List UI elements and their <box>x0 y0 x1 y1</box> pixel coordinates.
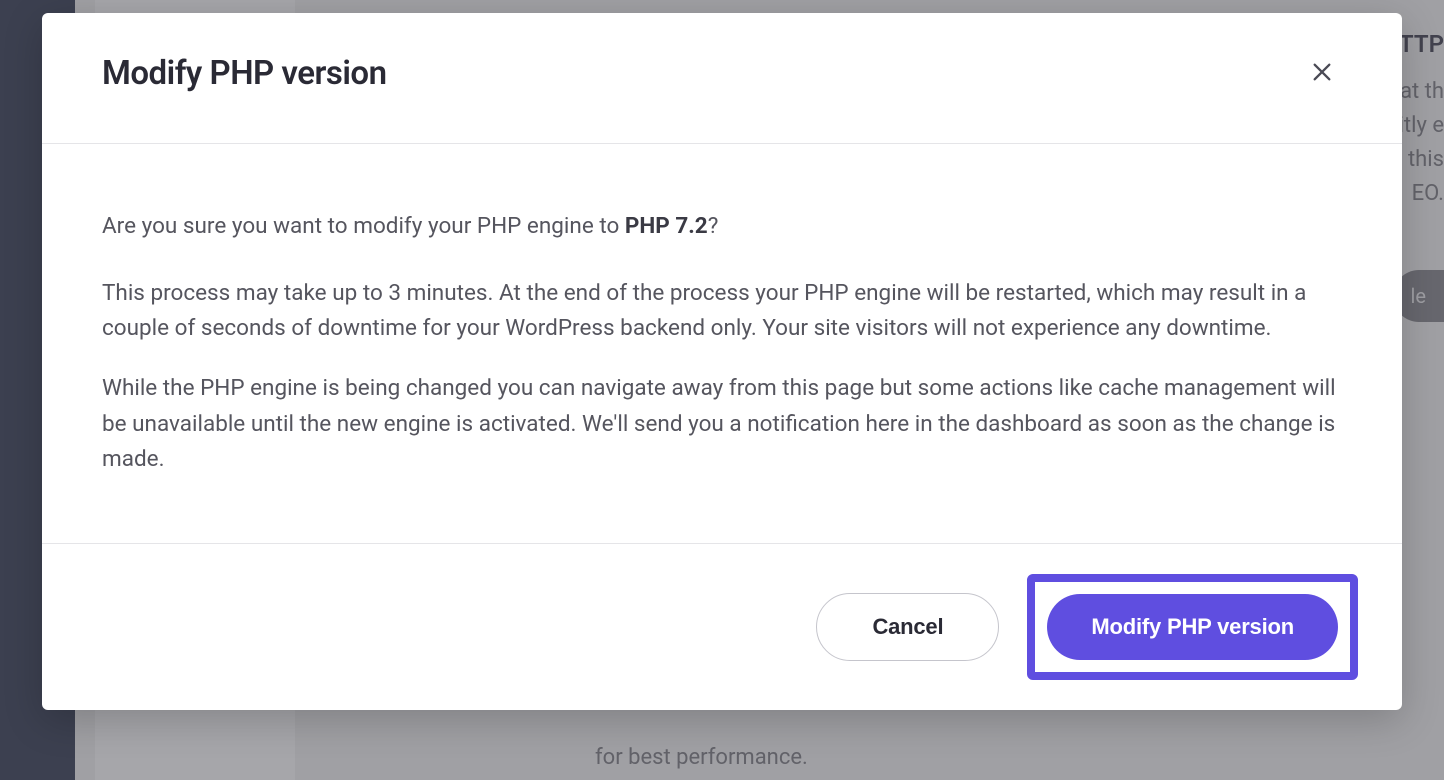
modal-footer: Cancel Modify PHP version <box>42 544 1402 710</box>
confirm-question: Are you sure you want to modify your PHP… <box>102 209 1342 244</box>
modal-title: Modify PHP version <box>102 54 387 93</box>
modal-body: Are you sure you want to modify your PHP… <box>42 144 1402 544</box>
modify-php-modal: Modify PHP version Are you sure you want… <box>42 13 1402 710</box>
close-icon <box>1311 61 1333 86</box>
cancel-button[interactable]: Cancel <box>816 593 999 661</box>
confirm-button-highlight: Modify PHP version <box>1027 574 1358 680</box>
modal-header: Modify PHP version <box>42 13 1402 144</box>
modal-overlay: Modify PHP version Are you sure you want… <box>0 0 1444 780</box>
php-version: PHP 7.2 <box>625 213 708 239</box>
modify-php-version-button[interactable]: Modify PHP version <box>1047 594 1338 660</box>
modal-paragraph-1: This process may take up to 3 minutes. A… <box>102 276 1342 347</box>
close-button[interactable] <box>1302 53 1342 93</box>
modal-paragraph-2: While the PHP engine is being changed yo… <box>102 371 1342 478</box>
